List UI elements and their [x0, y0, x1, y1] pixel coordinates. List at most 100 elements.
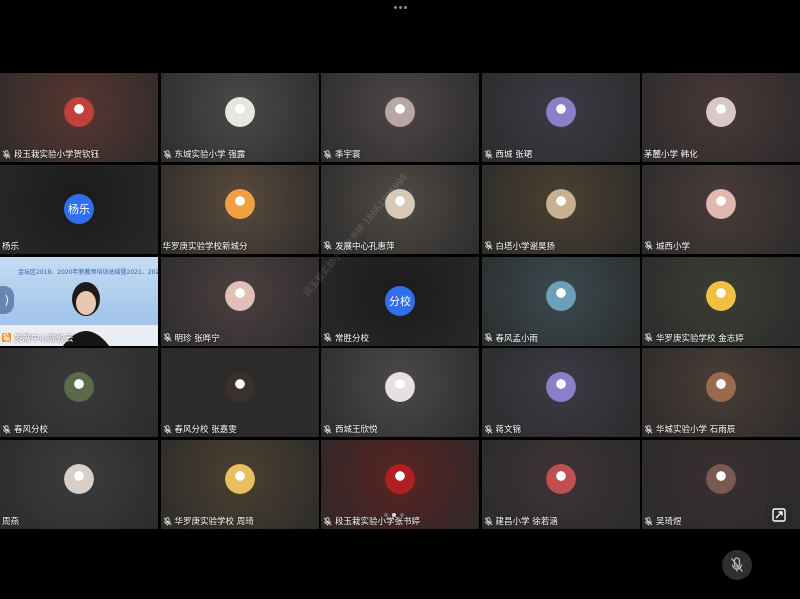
participant-tile[interactable]: 华罗庚实验学校 金志婷 [642, 256, 800, 346]
participant-tile[interactable]: 华罗庚实验学校新城分 [160, 164, 319, 254]
participant-name-bar: 常胜分校 [323, 332, 369, 344]
avatar [545, 464, 576, 495]
more-options-dots[interactable] [392, 4, 408, 10]
participant-name-bar: 春风分校 [2, 423, 48, 435]
participant-name-bar: 华罗庚实验学校新城分 [163, 240, 248, 252]
expand-icon [772, 508, 786, 522]
participant-name-bar: 段玉栽实验小学贺钦钰 [2, 148, 99, 160]
avatar [385, 97, 415, 128]
mic-muted-icon [484, 241, 493, 250]
participant-name-bar: 东城实验小学 强露 [163, 148, 246, 160]
participant-name-bar: 春风分校 张嘉雯 [163, 423, 237, 435]
participant-tile[interactable]: 华城实验小学 石雨辰 [642, 348, 800, 438]
participant-name: 城西小学 [656, 241, 691, 252]
participant-name: 周燕 [2, 517, 20, 527]
participant-name-bar: 茅麓小学 韩化 [644, 148, 698, 160]
avatar [706, 97, 736, 128]
video-grid: 段玉栽实验小学贺钦钰 东城实验小学 强露 季宇寰 西城 张珺 茅麓小学 韩化 杨乐 杨乐 华罗… [0, 73, 800, 529]
mic-muted-icon [644, 241, 653, 250]
participant-name-bar: 建昌小学 徐若涵 [484, 515, 558, 527]
mic-muted-icon [484, 333, 493, 342]
avatar [224, 464, 255, 495]
participant-name: 明珍 张晔宁 [174, 333, 220, 344]
participant-tile[interactable]: 白塔小学谢昊扬 [481, 164, 640, 254]
participant-name-bar: 明珍 张晔宁 [163, 332, 220, 344]
participant-tile[interactable]: 城西小学 [642, 164, 800, 254]
participant-name: 发展中心陈攸云 [14, 333, 74, 344]
mic-muted-icon [323, 425, 332, 434]
participant-tile[interactable]: 西城王欣悦 [321, 348, 479, 438]
participant-name: 春风分校 张嘉雯 [174, 425, 237, 436]
participant-tile[interactable]: 春风分校 张嘉雯 [160, 348, 319, 438]
page-dot[interactable] [392, 513, 396, 517]
page-dot[interactable] [384, 513, 388, 517]
participant-tile[interactable]: 周燕 [0, 440, 158, 529]
participant-tile[interactable]: 春风孟小雨 [481, 256, 640, 346]
mic-muted-icon [323, 241, 332, 250]
mic-icon [2, 333, 11, 342]
participant-tile[interactable]: 蒋文锦 [481, 348, 640, 438]
participant-tile[interactable]: 西城 张珺 [481, 73, 640, 162]
participant-name-bar: 蒋文锦 [484, 423, 522, 436]
participant-name-bar: 西城王欣悦 [323, 423, 378, 435]
expand-button[interactable] [766, 503, 792, 527]
participant-name-bar: 周燕 [2, 515, 19, 527]
page-dot[interactable] [400, 513, 404, 517]
avatar [224, 280, 255, 311]
avatar [64, 97, 94, 128]
participant-name: 茅麓小学 韩化 [644, 150, 698, 160]
participant-name-bar: 发展中心陈攸云 [2, 332, 74, 344]
avatar: 杨乐 [64, 194, 94, 225]
avatar [706, 464, 736, 495]
participant-tile[interactable]: 东城实验小学 强露 [160, 73, 319, 162]
participant-name-bar: 华罗庚实验学校 金志婷 [644, 332, 744, 344]
participant-name: 华罗庚实验学校 金志婷 [656, 333, 744, 344]
participant-name: 西城王欣悦 [335, 425, 378, 436]
participant-name: 华城实验小学 石雨辰 [656, 425, 736, 436]
participant-name-bar: 杨乐 [2, 240, 19, 252]
mic-muted-icon [163, 333, 172, 342]
chevron-right-icon[interactable]: ⟩ [0, 286, 14, 314]
participant-name: 季宇寰 [335, 150, 361, 160]
participant-name: 春风孟小雨 [495, 333, 539, 344]
mic-muted-icon [2, 425, 11, 434]
participant-name-bar: 段玉栽实验小学张书婷 [323, 515, 420, 527]
mic-muted-icon [644, 333, 653, 342]
participant-name: 蒋文锦 [495, 425, 522, 436]
participant-name: 西城 张珺 [495, 150, 533, 160]
participant-tile[interactable]: 分校 常胜分校 [321, 256, 479, 346]
participant-name-bar: 白塔小学谢昊扬 [484, 240, 556, 252]
avatar [545, 372, 576, 403]
participant-tile[interactable]: 建昌小学 徐若涵 [481, 440, 640, 529]
mic-muted-icon [163, 149, 172, 159]
avatar [385, 464, 415, 495]
participant-name-bar: 城西小学 [644, 240, 690, 252]
mic-muted-icon [644, 425, 653, 434]
participant-name: 华罗庚实验学校 周琦 [174, 517, 254, 527]
mic-muted-icon [484, 516, 493, 526]
participant-name: 段玉栽实验小学张书婷 [335, 517, 421, 527]
avatar [385, 372, 415, 403]
participant-tile[interactable]: 春风分校 [0, 348, 158, 438]
avatar [224, 97, 255, 128]
participant-tile[interactable]: 金坛区2019、2020年新教师培训总结暨2021、2022年新教师培训会议 发… [0, 256, 158, 346]
participant-tile[interactable]: 明珍 张晔宁 [160, 256, 319, 346]
mute-button[interactable] [722, 550, 752, 580]
participant-tile[interactable]: 茅麓小学 韩化 [642, 73, 800, 162]
participant-tile[interactable]: 季宇寰 [321, 73, 479, 162]
mic-muted-icon [323, 516, 332, 526]
participant-name: 东城实验小学 强露 [174, 150, 246, 160]
avatar [224, 188, 255, 219]
participant-name: 白塔小学谢昊扬 [495, 241, 556, 252]
mic-muted-icon [323, 149, 332, 159]
participant-tile[interactable]: 段玉栽实验小学贺钦钰 [0, 73, 158, 162]
mic-muted-icon [163, 516, 172, 526]
avatar [224, 372, 255, 403]
slide-text: 金坛区2019、2020年新教师培训总结暨2021、2022年新教师培训会议 [18, 268, 158, 276]
participant-name: 常胜分校 [335, 333, 370, 344]
participant-name-bar: 春风孟小雨 [484, 332, 539, 344]
avatar [545, 280, 576, 311]
participant-tile[interactable]: 杨乐 杨乐 [0, 164, 158, 254]
avatar [545, 188, 576, 219]
participant-tile[interactable]: 华罗庚实验学校 周琦 [160, 440, 319, 529]
